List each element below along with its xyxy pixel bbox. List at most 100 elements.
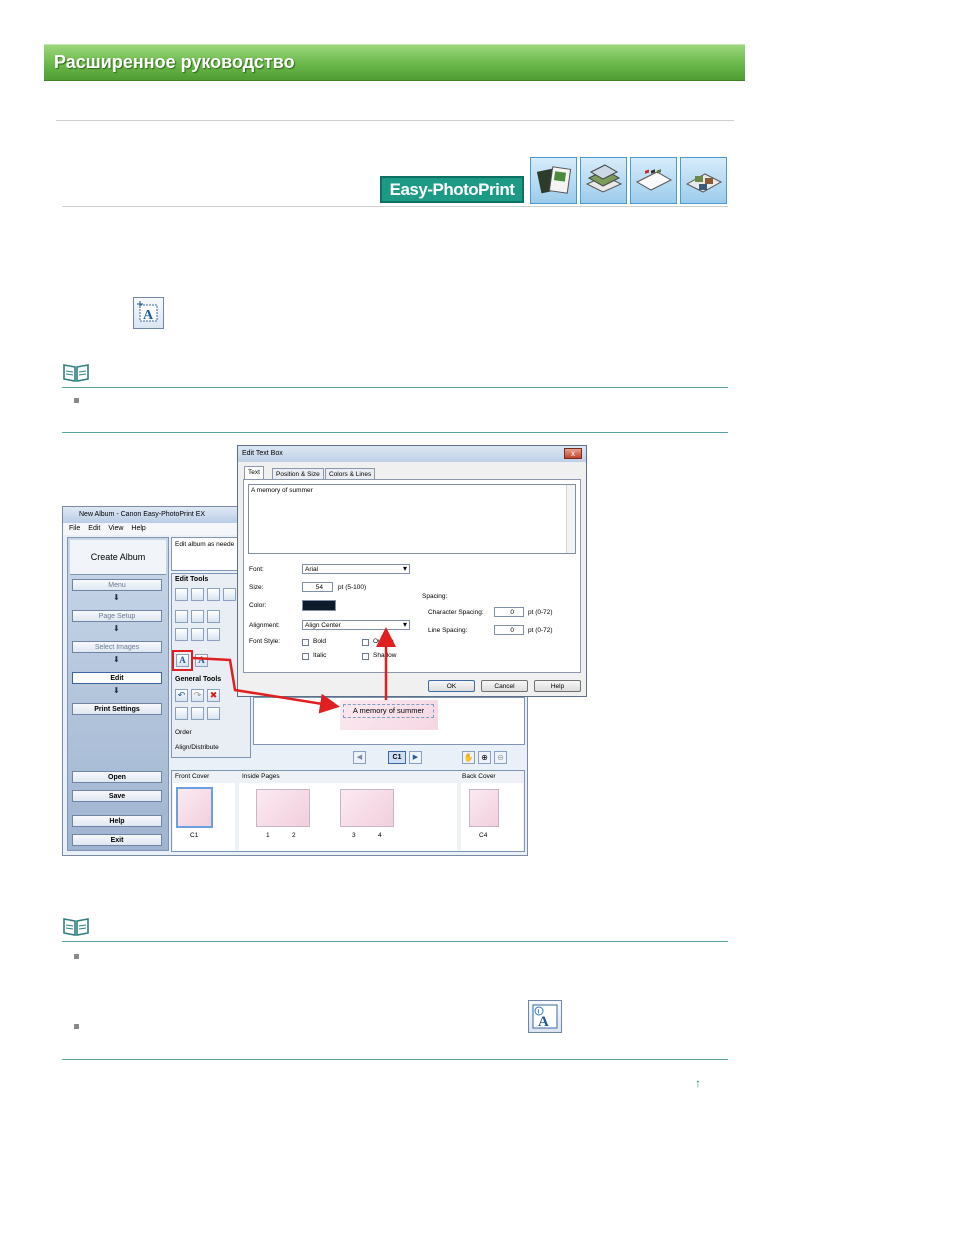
- inside-pages-label: Inside Pages: [242, 773, 280, 780]
- tool-icon[interactable]: [223, 588, 236, 601]
- open-button[interactable]: Open: [72, 771, 162, 783]
- character-spacing-label: Character Spacing:: [428, 609, 484, 616]
- zoom-out-icon[interactable]: ⊖: [494, 751, 507, 764]
- back-cover-thumbnail[interactable]: [469, 789, 499, 827]
- italic-checkbox[interactable]: [302, 653, 309, 660]
- align-distribute-label[interactable]: Align/Distribute: [175, 744, 219, 751]
- size-stepper[interactable]: 54: [302, 582, 333, 592]
- sticker-icon[interactable]: [680, 157, 727, 204]
- tool-icon[interactable]: [175, 588, 188, 601]
- vertical-text-tool-icon[interactable]: A: [195, 654, 208, 667]
- front-cover-thumbnail[interactable]: [176, 787, 213, 828]
- line-spacing-label: Line Spacing:: [428, 627, 468, 634]
- font-label: Font:: [249, 566, 264, 573]
- tool-icon[interactable]: [175, 610, 188, 623]
- character-spacing-stepper[interactable]: 0: [494, 607, 524, 617]
- header-banner: Расширенное руководство: [44, 44, 745, 81]
- text-properties-icon[interactable]: Ai: [528, 1000, 562, 1033]
- redo-icon[interactable]: ↷: [191, 689, 204, 702]
- note-rule: [62, 432, 728, 433]
- scrollbar[interactable]: [566, 485, 575, 553]
- text-input-area[interactable]: A memory of summer: [248, 484, 576, 554]
- page-label: 4: [378, 832, 382, 839]
- outline-checkbox[interactable]: [362, 639, 369, 646]
- bullet: [74, 1024, 79, 1029]
- step-select-images[interactable]: Select Images: [72, 641, 162, 653]
- menu-help[interactable]: Help: [131, 525, 145, 532]
- svg-text:A: A: [538, 1014, 549, 1030]
- italic-label: Italic: [313, 652, 327, 659]
- delete-icon[interactable]: ✖: [207, 689, 220, 702]
- cut-icon[interactable]: [175, 707, 188, 720]
- color-swatch[interactable]: [302, 600, 336, 611]
- tool-icon[interactable]: [191, 610, 204, 623]
- dialog-help-button[interactable]: Help: [534, 680, 581, 692]
- copy-icon[interactable]: [191, 707, 204, 720]
- exit-button[interactable]: Exit: [72, 834, 162, 846]
- photo-print-icon[interactable]: [580, 157, 627, 204]
- tool-icon[interactable]: [175, 628, 188, 641]
- prev-page-icon[interactable]: ◀: [353, 751, 366, 764]
- alignment-select[interactable]: Align Center: [302, 620, 410, 630]
- menu-view[interactable]: View: [108, 525, 123, 532]
- calendar-icon[interactable]: [630, 157, 677, 204]
- tool-icon[interactable]: [207, 628, 220, 641]
- edit-tools-label: Edit Tools: [175, 576, 209, 583]
- bold-label: Bold: [313, 638, 327, 645]
- bullet: [74, 398, 79, 403]
- bold-checkbox[interactable]: [302, 639, 309, 646]
- tool-icon[interactable]: [191, 588, 204, 601]
- note-rule: [62, 1059, 728, 1060]
- page-label: 1: [266, 832, 270, 839]
- menu-button[interactable]: Menu: [72, 579, 162, 591]
- instruction-text: Edit album as neede: [175, 541, 235, 548]
- easy-photoprint-logo: Easy-PhotoPrint EX: [380, 176, 524, 222]
- text-box-tool-icon[interactable]: A: [133, 297, 164, 329]
- next-page-icon[interactable]: ▶: [409, 751, 422, 764]
- line-spacing-stepper[interactable]: 0: [494, 625, 524, 635]
- close-icon[interactable]: x: [564, 448, 582, 459]
- note-rule: [62, 941, 728, 942]
- step-print-settings[interactable]: Print Settings: [72, 703, 162, 715]
- page-label: C1: [190, 832, 199, 839]
- menu-file[interactable]: File: [69, 525, 80, 532]
- page-label: C4: [479, 832, 488, 839]
- hand-icon[interactable]: ✋: [462, 751, 475, 764]
- tab-text[interactable]: Text: [244, 466, 264, 480]
- left-panel: Create Album Menu ⬇ Page Setup ⬇ Select …: [67, 537, 169, 851]
- arrow-down-icon: ⬇: [113, 655, 120, 664]
- page-indicator: C1: [388, 751, 406, 764]
- tool-icon[interactable]: [207, 610, 220, 623]
- step-page-setup[interactable]: Page Setup: [72, 610, 162, 622]
- dialog-title-bar: Edit Text Box: [238, 446, 586, 462]
- paste-icon[interactable]: [207, 707, 220, 720]
- shadow-checkbox[interactable]: [362, 653, 369, 660]
- note-icon: [62, 363, 90, 383]
- header-title: Расширенное руководство: [54, 52, 295, 72]
- order-label[interactable]: Order: [175, 729, 192, 736]
- save-button[interactable]: Save: [72, 790, 162, 802]
- page-label: 3: [352, 832, 356, 839]
- dialog-title: Edit Text Box: [242, 450, 283, 457]
- outline-label: Outline: [373, 638, 394, 645]
- inside-pages-1-2-thumbnail[interactable]: [256, 789, 310, 827]
- cancel-button[interactable]: Cancel: [481, 680, 528, 692]
- zoom-in-icon[interactable]: ⊕: [478, 751, 491, 764]
- svg-text:A: A: [143, 308, 154, 323]
- page-top-icon[interactable]: ↑: [695, 1076, 701, 1090]
- step-edit[interactable]: Edit: [72, 672, 162, 684]
- tool-icon[interactable]: [207, 588, 220, 601]
- help-button[interactable]: Help: [72, 815, 162, 827]
- undo-icon[interactable]: ↶: [175, 689, 188, 702]
- arrow-down-icon: ⬇: [113, 686, 120, 695]
- edit-canvas: A memory of summer: [253, 697, 525, 745]
- dialog-body: A memory of summer Font: Arial Size: 54 …: [243, 479, 581, 673]
- font-select[interactable]: Arial: [302, 564, 410, 574]
- canvas-text-box[interactable]: A memory of summer: [343, 704, 434, 718]
- inside-pages-3-4-thumbnail[interactable]: [340, 789, 394, 827]
- highlight-box: [172, 650, 193, 671]
- tool-icon[interactable]: [191, 628, 204, 641]
- ok-button[interactable]: OK: [428, 680, 475, 692]
- album-icon[interactable]: [530, 157, 577, 204]
- menu-edit[interactable]: Edit: [88, 525, 100, 532]
